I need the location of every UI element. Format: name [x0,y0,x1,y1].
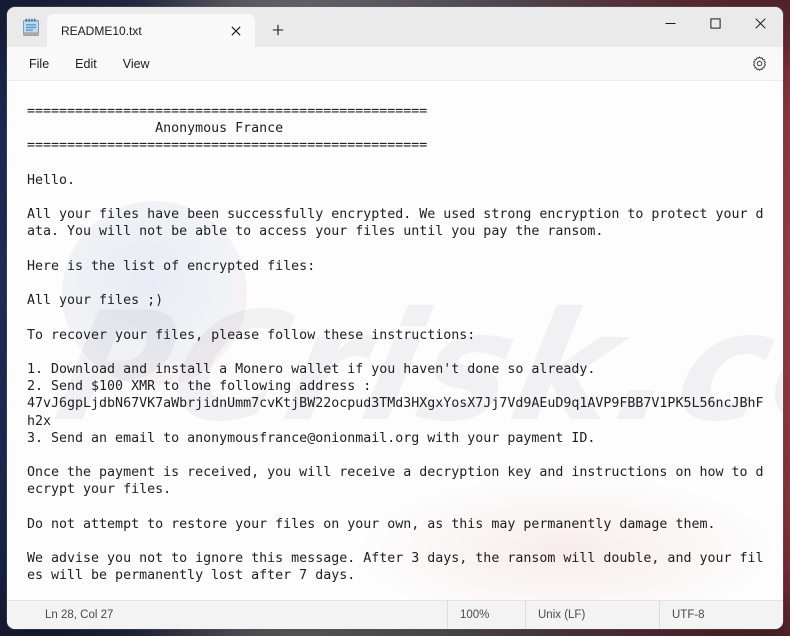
status-encoding[interactable]: UTF-8 [659,601,717,629]
menu-edit[interactable]: Edit [63,53,109,75]
close-icon[interactable] [223,19,249,43]
window-controls [648,7,783,47]
document-text[interactable]: ========================================… [7,81,783,600]
minimize-button[interactable] [648,7,693,39]
menu-view[interactable]: View [111,53,162,75]
status-bar: Ln 28, Col 27 100% Unix (LF) UTF-8 [7,600,783,629]
tab-readme10[interactable]: README10.txt [47,14,255,47]
menu-bar: File Edit View [7,47,783,81]
close-window-button[interactable] [738,7,783,39]
notepad-window: README10.txt File Edit View PCrisk.com =… [7,7,783,629]
notepad-icon [19,7,43,47]
status-line-ending[interactable]: Unix (LF) [525,601,659,629]
title-bar: README10.txt [7,7,783,47]
status-zoom-level[interactable]: 100% [447,601,525,629]
new-tab-button[interactable] [263,16,293,44]
gear-icon[interactable] [745,51,773,77]
tab-title: README10.txt [61,23,142,38]
menu-file[interactable]: File [17,53,61,75]
status-cursor-position: Ln 28, Col 27 [45,609,114,621]
maximize-button[interactable] [693,7,738,39]
text-editor-area[interactable]: PCrisk.com =============================… [7,81,783,600]
